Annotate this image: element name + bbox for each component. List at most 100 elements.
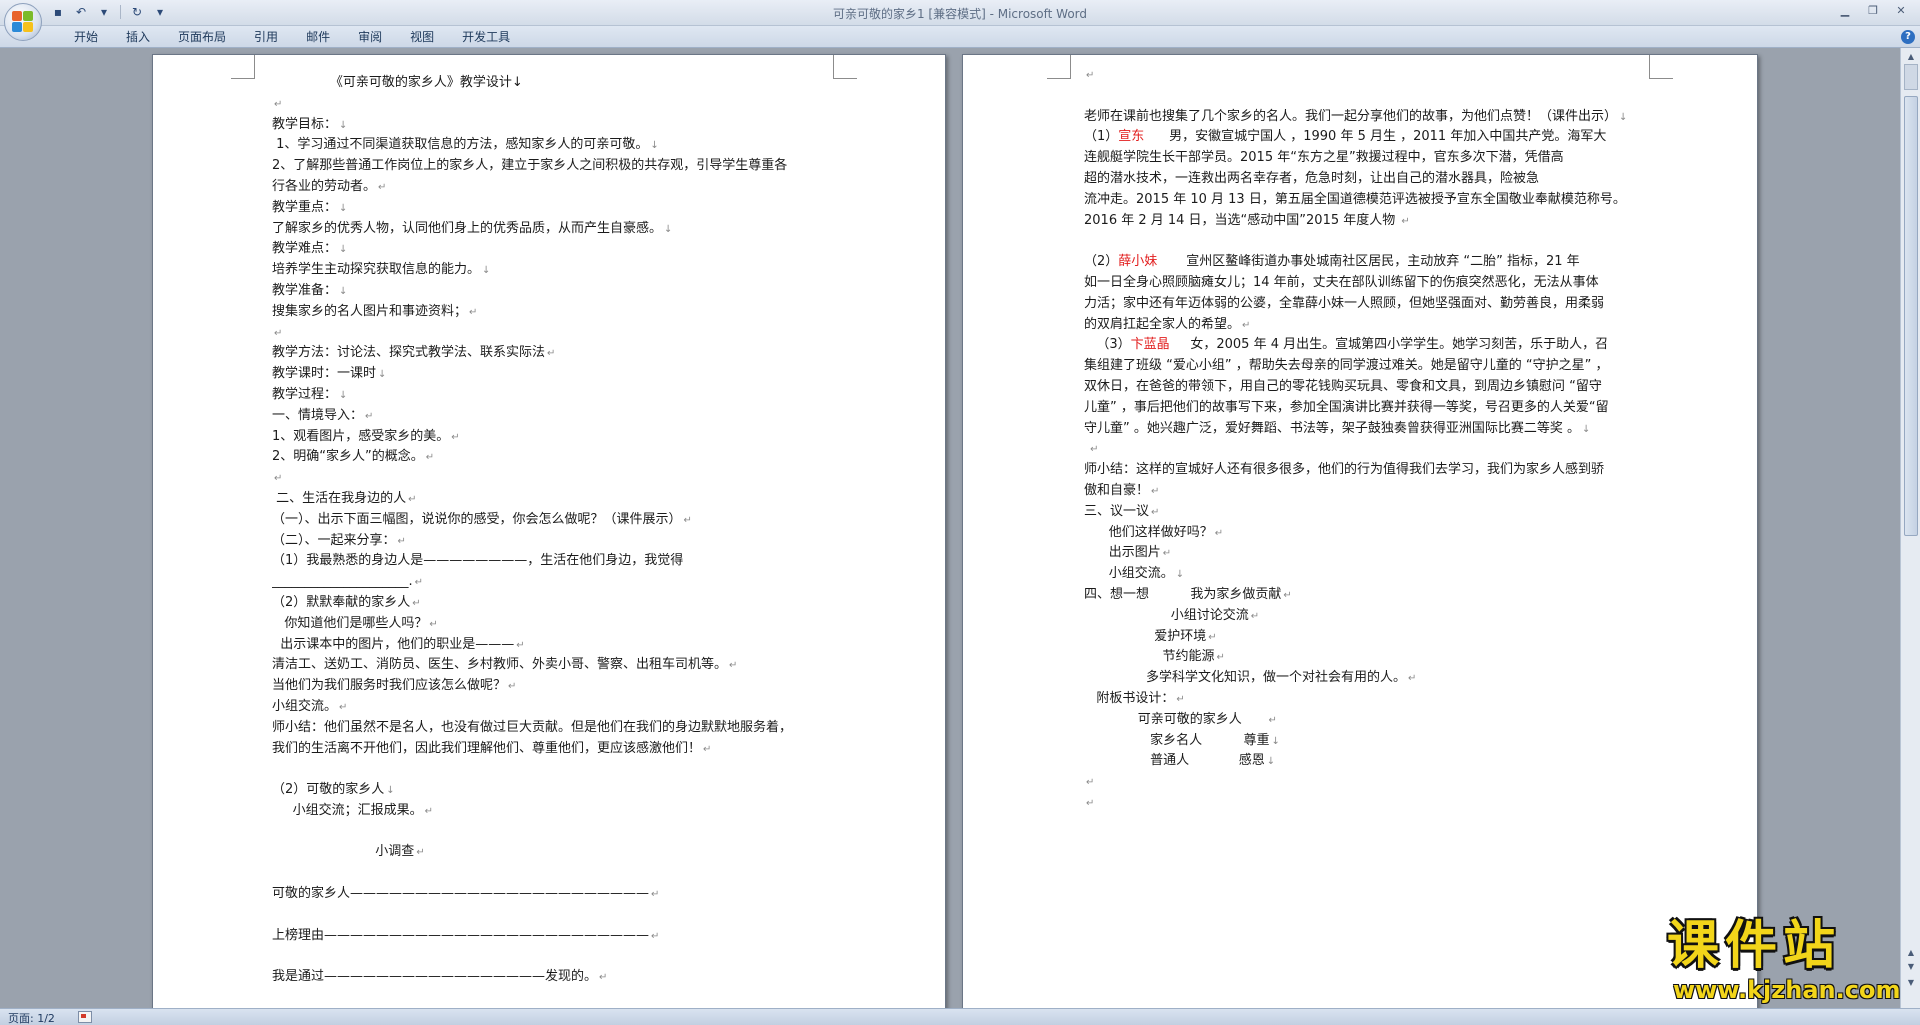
paragraph-mark: ↵: [378, 181, 387, 193]
text-line: 1、学习通过不同渠道获取信息的方法，感知家乡人的可亲可敬。 ↓: [272, 135, 832, 156]
line-text: 家乡名人 尊重: [1084, 732, 1270, 748]
page-1-body-text[interactable]: 《可亲可敬的家乡人》教学设计↓ ↵ 教学目标： ↓ 1、学习通过不同渠道获取信息的方法…: [272, 73, 832, 1008]
close-icon[interactable]: ✕: [1888, 2, 1914, 20]
restore-icon[interactable]: ❐: [1860, 2, 1886, 20]
text-line: 2、明确“家乡人”的概念。 ↵: [272, 447, 832, 468]
text-line: 培养学生主动探究获取信息的能力。 ↓: [272, 260, 832, 281]
paragraph-mark: ↵: [1242, 319, 1251, 331]
line-text: 行各业的劳动者。: [272, 178, 377, 194]
text-line: 一、情境导入： ↵: [272, 406, 832, 427]
help-icon[interactable]: ?: [1901, 30, 1915, 44]
text-line: 他们这样做好吗？ ↵: [1084, 523, 1646, 544]
scroll-down-icon[interactable]: ▼: [1903, 976, 1919, 990]
line-text: 二、生活在我身边的人: [272, 490, 407, 506]
line-text: 小组讨论交流: [1084, 607, 1249, 623]
paragraph-mark: ↵: [1151, 485, 1160, 497]
tab-page-layout[interactable]: 页面布局: [164, 29, 240, 46]
document-area[interactable]: 《可亲可敬的家乡人》教学设计↓ ↵ 教学目标： ↓ 1、学习通过不同渠道获取信息的方法…: [0, 48, 1900, 1008]
line-text: 三、议一议: [1084, 503, 1150, 519]
text-line: （一）、出示下面三幅图，说说你的感受，你会怎么做呢？（课件展示） ↵: [272, 510, 832, 531]
line-text: 搜集家乡的名人图片和事迹资料；: [272, 303, 468, 319]
text-line: 附板书设计： ↵: [1084, 689, 1646, 710]
highlighted-name: 卞蓝晶: [1130, 337, 1170, 353]
vertical-scrollbar[interactable]: ▲ ▲ ▼ ▼: [1900, 48, 1920, 1008]
text-line: ↵: [1084, 65, 1646, 86]
text-line: 教学目标： ↓: [272, 115, 832, 136]
tab-insert[interactable]: 插入: [112, 29, 164, 46]
text-line: 二、生活在我身边的人 ↵: [272, 489, 832, 510]
line-text: 附板书设计：: [1084, 690, 1175, 706]
line-text: 培养学生主动探究获取信息的能力。: [272, 262, 481, 278]
tab-home[interactable]: 开始: [60, 29, 112, 46]
paragraph-mark: ↵: [412, 597, 421, 609]
line-text: 了解家乡的优秀人物，认同他们身上的优秀品质，从而产生自豪感。: [272, 220, 663, 236]
scroll-up-icon[interactable]: ▲: [1903, 50, 1919, 64]
paragraph-mark: ↓: [664, 223, 673, 235]
status-bar: 页面: 1/2: [0, 1008, 1920, 1025]
text-line: 师小结：他们虽然不是名人，也没有做过巨大贡献。但是他们在我们的身边默默地服务着，: [272, 718, 832, 739]
office-button[interactable]: [4, 3, 42, 41]
line-text: 爱护环境: [1084, 628, 1207, 644]
paragraph-mark: ↓: [1619, 111, 1628, 123]
text-line: 儿童” ，事后把他们的故事写下来，参加全国演讲比赛并获得一等奖，号召更多的人关爱…: [1084, 398, 1646, 419]
paragraph-mark: ↵: [429, 618, 438, 630]
paragraph-mark: ↓: [1175, 569, 1185, 581]
proofing-status-icon[interactable]: [78, 1011, 92, 1023]
line-text: 可敬的家乡人———————————————————————: [272, 886, 650, 902]
text-line: ↵: [1084, 439, 1646, 460]
line-text: 小组交流；汇报成果。: [272, 802, 423, 818]
paragraph-mark: ↓: [386, 785, 395, 797]
paragraph-mark: ↵: [414, 577, 424, 589]
ruler-toggle-button[interactable]: [1904, 64, 1918, 90]
document-page-2[interactable]: ↵ 老师在课前也搜集了几个家乡的名人。我们一起分享他们的故事，为他们点赞！（课件出…: [962, 54, 1758, 1008]
tab-mailings[interactable]: 邮件: [292, 29, 344, 46]
text-line: （2）薛小妹 宣州区鳌峰街道办事处城南社区居民，主动放弃 “二胎” 指标，21 …: [1084, 252, 1646, 273]
line-text: （一）、出示下面三幅图，说说你的感受，你会怎么做呢？（课件展示）: [272, 511, 682, 527]
paragraph-mark: ↵: [365, 410, 374, 422]
line-text: 教学过程：: [272, 386, 338, 402]
line-text: （二）、一起来分享：: [272, 532, 396, 548]
text-line: 集组建了班级 “爱心小组” ，帮助失去母亲的同学渡过难关。她是留守儿童的 “守护…: [1084, 356, 1646, 377]
text-line: [272, 988, 832, 1008]
tab-review[interactable]: 审阅: [344, 29, 396, 46]
paragraph-mark: ↵: [397, 535, 406, 547]
text-line: 教学重点： ↓: [272, 198, 832, 219]
text-line: 我是通过—————————————————发现的。 ↵: [272, 967, 832, 988]
text-line: 力活；家中还有年迈体弱的公婆，全靠薛小妹一人照顾，但她坚强面对、勤劳善良，用柔弱: [1084, 294, 1646, 315]
previous-page-icon[interactable]: ▲: [1903, 948, 1919, 960]
minimize-icon[interactable]: ▁: [1832, 2, 1858, 20]
margin-corner-mark: [833, 55, 857, 79]
text-line: 教学过程： ↓: [272, 385, 832, 406]
page-count[interactable]: 页面: 1/2: [8, 1010, 55, 1025]
paragraph-mark: ↵: [1151, 506, 1160, 518]
paragraph-mark: ↵: [599, 972, 608, 984]
text-line: 当他们为我们服务时我们应该怎么做呢？ ↵: [272, 676, 832, 697]
paragraph-mark: ↵: [1214, 527, 1224, 539]
line-text: 教学准备：: [272, 282, 338, 298]
line-text: 教学方法：讨论法、探究式教学法、联系实际法: [272, 345, 546, 361]
scrollbar-thumb[interactable]: [1904, 96, 1918, 536]
tab-references[interactable]: 引用: [240, 29, 292, 46]
paragraph-mark: ↵: [274, 98, 283, 110]
text-line: （2）可敬的家乡人 ↓: [272, 780, 832, 801]
line-text: 儿童” ，事后把他们的故事写下来，参加全国演讲比赛并获得一等奖，号召更多的人关爱…: [1084, 399, 1609, 415]
text-line: 的双肩扛起全家人的希望。 ↵: [1084, 315, 1646, 336]
document-page-1[interactable]: 《可亲可敬的家乡人》教学设计↓ ↵ 教学目标： ↓ 1、学习通过不同渠道获取信息的方法…: [152, 54, 946, 1008]
line-text: 一、情境导入：: [272, 407, 364, 423]
paragraph-mark: ↵: [416, 847, 425, 859]
text-line: 流冲走。2015 年 10 月 13 日，第五届全国道德模范评选被授予宣东全国敬…: [1084, 190, 1646, 211]
paragraph-mark: ↓: [650, 140, 659, 152]
paragraph-mark: ↵: [683, 514, 692, 526]
paragraph-mark: ↵: [1216, 652, 1225, 664]
line-text: 可亲可敬的家乡人: [1084, 711, 1267, 727]
paragraph-mark: ↓: [1271, 735, 1280, 747]
next-page-icon[interactable]: ▼: [1903, 962, 1919, 974]
tab-view[interactable]: 视图: [396, 29, 448, 46]
line-text: 1、学习通过不同渠道获取信息的方法，感知家乡人的可亲可敬。: [272, 137, 649, 153]
site-watermark: 课件站 www.kjzhan.com: [1667, 918, 1903, 1008]
page-2-body-text[interactable]: ↵ 老师在课前也搜集了几个家乡的名人。我们一起分享他们的故事，为他们点赞！（课件出…: [1084, 65, 1646, 814]
tab-developer[interactable]: 开发工具: [448, 29, 524, 46]
ribbon-tabs-bar: 开始 插入 页面布局 引用 邮件 审阅 视图 开发工具 ?: [0, 26, 1920, 48]
text-line: 普通人 感恩 ↓: [1084, 751, 1646, 772]
line-text: 教学课时：一课时: [272, 366, 377, 382]
